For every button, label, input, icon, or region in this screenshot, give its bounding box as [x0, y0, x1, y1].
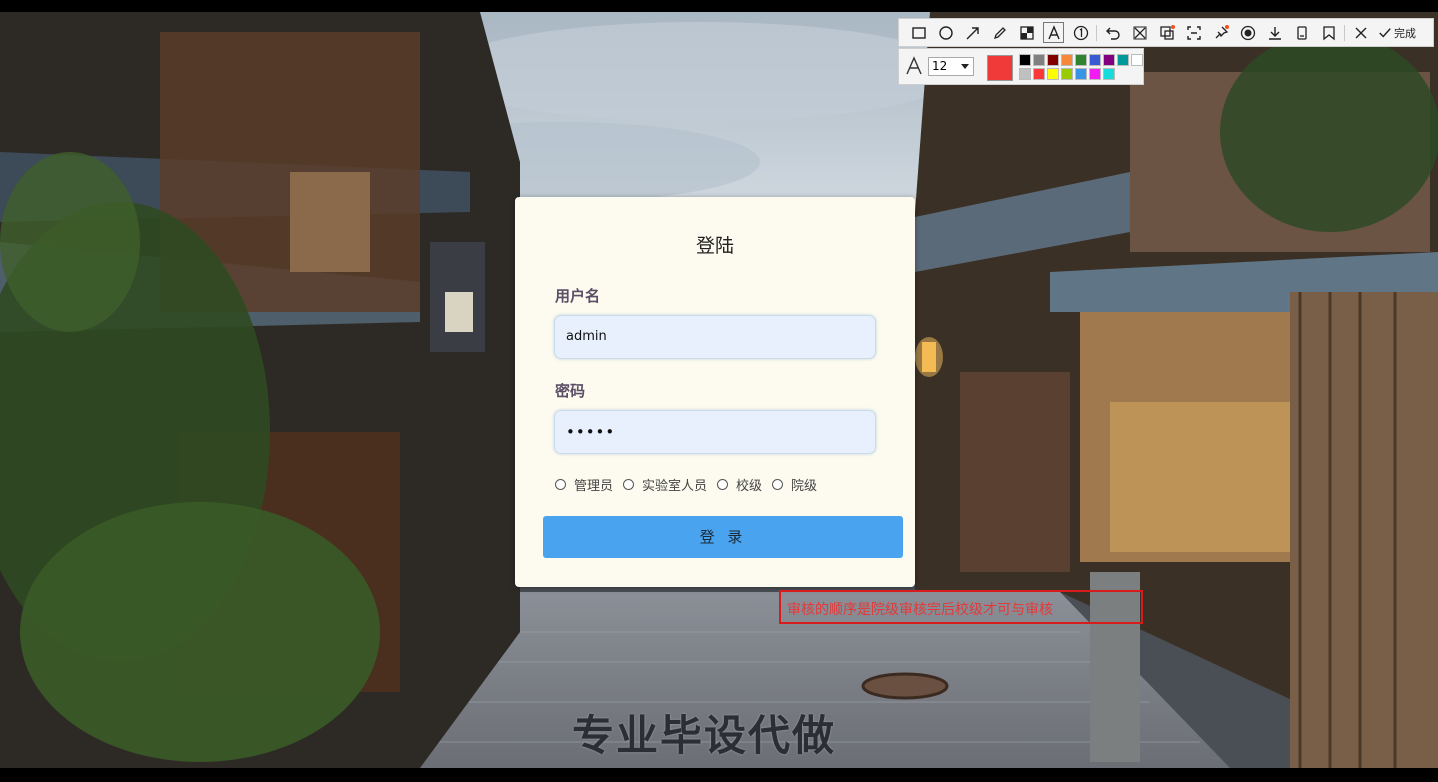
color-palette [1019, 54, 1144, 81]
login-title: 登陆 [695, 235, 734, 257]
color-swatch[interactable] [1019, 68, 1031, 80]
color-swatch[interactable] [1075, 54, 1087, 66]
radio-circle[interactable] [717, 479, 729, 490]
ocr-icon[interactable] [1180, 19, 1207, 46]
radio-college-level[interactable]: 院级 [772, 475, 817, 494]
check-icon [1379, 27, 1391, 38]
color-swatch[interactable] [1089, 68, 1101, 80]
annotation-text: 审核的顺序是院级审核完后校级才可与审核 [787, 602, 1053, 618]
radio-circle[interactable] [555, 479, 566, 490]
radio-lab-staff[interactable]: 实验室人员 [623, 475, 707, 494]
password-input[interactable]: ••••• [554, 410, 876, 454]
chevron-down-icon [961, 64, 969, 69]
save-icon[interactable] [1288, 19, 1315, 46]
text-options-bar: 12 [898, 48, 1144, 85]
rectangle-icon[interactable] [905, 19, 932, 46]
current-color-swatch[interactable] [987, 55, 1013, 81]
translate-icon[interactable] [1153, 19, 1180, 46]
radio-circle[interactable] [772, 479, 784, 490]
font-icon [905, 56, 923, 80]
password-label: 密码 [555, 382, 586, 400]
radio-school-level[interactable]: 校级 [717, 475, 762, 494]
record-icon[interactable] [1234, 19, 1261, 46]
color-swatch[interactable] [1103, 54, 1115, 66]
color-swatch[interactable] [1061, 54, 1073, 66]
pen-icon[interactable] [986, 19, 1013, 46]
radio-label: 校级 [736, 479, 763, 494]
notification-dot [1171, 25, 1175, 29]
notification-dot [1225, 25, 1229, 29]
radio-label: 管理员 [574, 479, 614, 494]
bookmark-icon[interactable] [1315, 19, 1342, 46]
color-swatch[interactable] [1131, 54, 1143, 66]
login-card: 登陆 用户名 admin 密码 ••••• 管理员 实验室人员 校级 院级 登 … [515, 197, 915, 587]
text-icon[interactable] [1040, 19, 1067, 46]
undo-icon[interactable] [1099, 19, 1126, 46]
redo-icon[interactable] [1126, 19, 1153, 46]
screenshot-toolbar: 完成 [898, 18, 1434, 47]
color-swatch[interactable] [1061, 68, 1073, 80]
ellipse-icon[interactable] [932, 19, 959, 46]
role-radio-group: 管理员 实验室人员 校级 院级 [555, 475, 827, 494]
pin-icon[interactable] [1207, 19, 1234, 46]
font-size-value: 12 [932, 59, 948, 73]
done-button[interactable]: 完成 [1378, 25, 1416, 41]
color-swatch[interactable] [1033, 54, 1045, 66]
color-swatch[interactable] [1089, 54, 1101, 66]
mosaic-icon[interactable] [1013, 19, 1040, 46]
download-icon[interactable] [1261, 19, 1288, 46]
radio-admin[interactable]: 管理员 [555, 475, 613, 494]
color-swatch[interactable] [1075, 68, 1087, 80]
close-icon[interactable] [1347, 19, 1374, 46]
watermark-text: 专业毕设代做 [572, 711, 837, 760]
color-swatch[interactable] [1019, 54, 1031, 66]
radio-label: 院级 [791, 479, 818, 494]
annotation-box[interactable]: 审核的顺序是院级审核完后校级才可与审核 [779, 590, 1143, 624]
username-label: 用户名 [555, 287, 601, 305]
color-swatch[interactable] [1033, 68, 1045, 80]
color-swatch[interactable] [1103, 68, 1115, 80]
color-swatch[interactable] [1117, 54, 1129, 66]
radio-label: 实验室人员 [642, 479, 708, 494]
radio-circle[interactable] [623, 479, 635, 490]
toolbar-divider [1344, 24, 1345, 41]
username-input[interactable]: admin [554, 315, 876, 359]
color-swatch[interactable] [1047, 54, 1059, 66]
number-icon[interactable] [1067, 19, 1094, 46]
color-swatch[interactable] [1047, 68, 1059, 80]
done-label: 完成 [1394, 26, 1416, 40]
toolbar-divider [1096, 24, 1097, 41]
login-button[interactable]: 登 录 [543, 516, 903, 558]
font-size-select[interactable]: 12 [928, 57, 974, 76]
arrow-icon[interactable] [959, 19, 986, 46]
